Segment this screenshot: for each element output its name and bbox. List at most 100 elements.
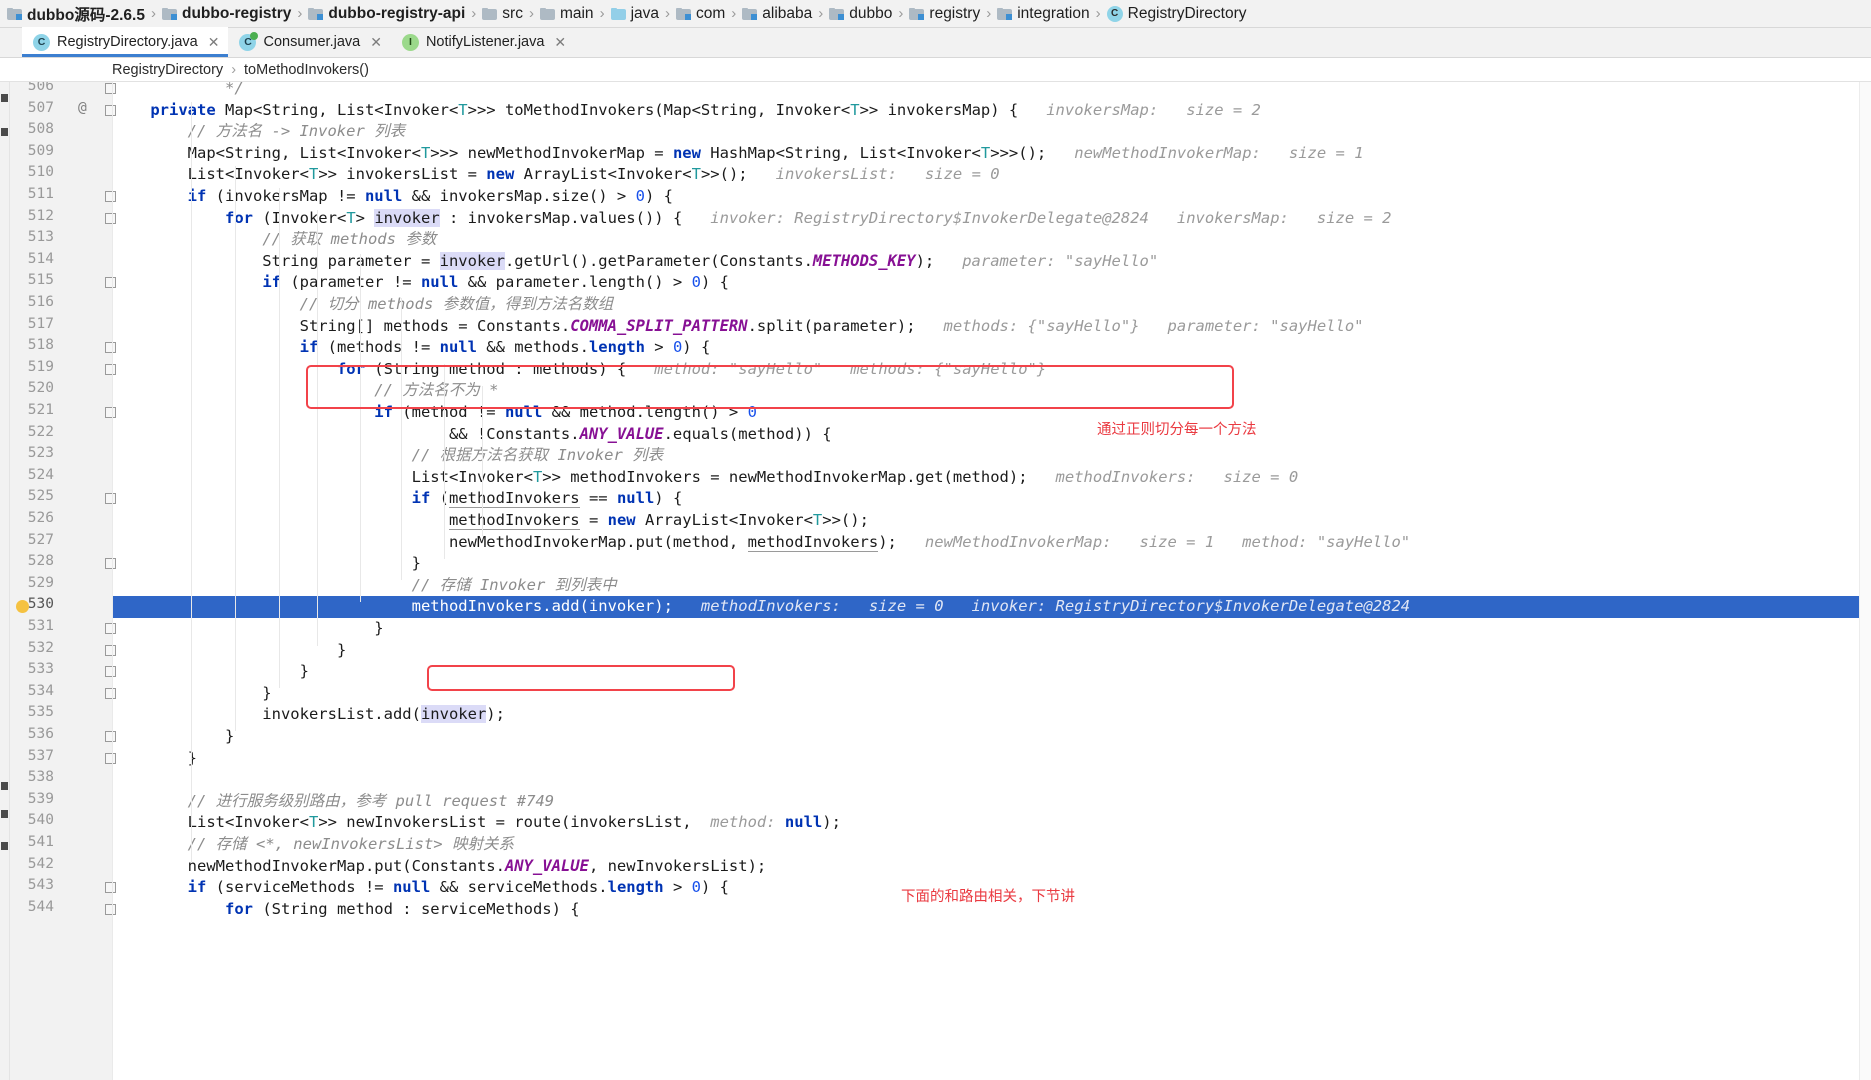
line-number: 543 [27,877,54,894]
code-token: COMMA_SPLIT_PATTERN [570,316,748,335]
code-token: >> newInvokersList = route(invokersList, [318,813,692,832]
close-icon[interactable]: ✕ [208,34,220,51]
code-line[interactable]: Map<String, List<Invoker<T>>> newMethodI… [113,143,1871,165]
folder-icon [482,7,498,20]
code-token: HashMap<String, List<Invoker< [700,143,981,162]
code-line[interactable]: String[] methods = Constants.COMMA_SPLIT… [113,316,1871,338]
code-line-current-execution[interactable]: methodInvokers.add(invoker); methodInvok… [113,596,1871,618]
code-line[interactable]: // 存储 <*, newInvokersList> 映射关系 [113,834,1871,856]
code-line[interactable]: if (methodInvokers == null) { [113,488,1871,510]
code-line[interactable]: String parameter = invoker.getUrl().getP… [113,251,1871,273]
line-number: 542 [27,855,54,872]
code-line[interactable]: } [113,553,1871,575]
code-line[interactable]: */ [113,82,1871,100]
breadcrumb-item-main[interactable]: main [537,1,597,27]
code-line[interactable]: } [113,748,1871,770]
line-number: 527 [27,531,54,548]
code-line[interactable]: } [113,618,1871,640]
code-line[interactable]: invokersList.add(invoker); [113,704,1871,726]
code-line[interactable]: } [113,683,1871,705]
editor-tab-registrydirectory-java[interactable]: C RegistryDirectory.java ✕ [22,27,229,57]
close-icon[interactable]: ✕ [370,34,382,51]
scrollbar-right-margin[interactable] [1859,82,1871,1080]
breadcrumb-item-dubbo[interactable]: dubbo [826,1,895,27]
breadcrumb-item-dubbo-registry[interactable]: dubbo-registry [159,1,294,27]
code-token: List<Invoker< [113,165,309,184]
breadcrumb-item-dubbo-registry-api[interactable]: dubbo-registry-api [305,1,468,27]
code-token: 0 [691,273,701,292]
breadcrumb-item-registry[interactable]: registry [906,1,983,27]
code-token: invokersList.add( [113,705,421,724]
code-token: ANY_VALUE [504,856,589,875]
breadcrumb-separator-icon: › [731,4,737,22]
code-line[interactable]: // 方法名 -> Invoker 列表 [113,121,1871,143]
code-token: } [113,619,384,637]
code-token: new [672,143,701,162]
code-line[interactable]: List<Invoker<T>> newInvokersList = route… [113,812,1871,834]
code-editor[interactable]: 506 507 @508 509 510 511 512 513 514 515 516 517 518… [0,82,1871,1080]
editor-tab-notifylistener-java[interactable]: I NotifyListener.java ✕ [391,27,575,57]
route-note: 下面的和路由相关，下节讲 [901,889,1075,905]
code-line[interactable]: for (Invoker<T> invoker : invokersMap.va… [113,208,1871,230]
close-icon[interactable]: ✕ [554,34,566,51]
code-line[interactable]: if (parameter != null && parameter.lengt… [113,272,1871,294]
code-line[interactable]: for (String method : methods) { method: … [113,359,1871,381]
code-line[interactable]: // 获取 methods 参数 [113,229,1871,251]
code-token: Map<String, List<Invoker< [215,100,459,119]
breadcrumb-item-dubbo-265[interactable]: dubbo源码-2.6.5 [4,1,148,27]
code-line[interactable]: // 方法名不为 * [113,380,1871,402]
breadcrumb-class-name[interactable]: RegistryDirectory [112,62,223,78]
editor-tab-consumer-java[interactable]: C Consumer.java ✕ [228,27,390,57]
code-token: parameter: "sayHello" [934,251,1159,270]
breadcrumb-separator-icon: › [1095,4,1101,22]
breadcrumb-bar[interactable]: dubbo源码-2.6.5 › dubbo-registry › dubbo-regis… [0,0,1871,28]
code-line[interactable]: && !Constants.ANY_VALUE.equals(method)) … [113,424,1871,446]
code-line[interactable]: List<Invoker<T>> methodInvokers = newMet… [113,467,1871,489]
code-line[interactable]: // 存储 Invoker 到列表中 [113,575,1871,597]
code-line[interactable]: } [113,726,1871,748]
line-number: 540 [27,812,54,829]
code-token: = [579,511,608,529]
error-stripe-left[interactable] [0,82,10,1080]
code-token: invoker [420,705,487,724]
line-number: 517 [27,315,54,332]
code-line[interactable]: methodInvokers = new ArrayList<Invoker<T… [113,510,1871,532]
code-line[interactable]: List<Invoker<T>> invokersList = new Arra… [113,164,1871,186]
code-line[interactable]: if (method != null && method.length() > … [113,402,1871,424]
code-line[interactable]: if (methods != null && methods.length > … [113,337,1871,359]
breadcrumb-item-com[interactable]: com [673,1,728,27]
override-gutter-icon[interactable]: @ [78,100,87,116]
code-line[interactable] [113,769,1871,791]
breadcrumb-item-alibaba[interactable]: alibaba [739,1,815,27]
line-number: 515 [27,272,54,289]
line-number-gutter[interactable]: 506 507 @508 509 510 511 512 513 514 515 516 517 518… [10,82,116,1080]
code-token: null [504,403,543,421]
code-content[interactable]: */ private Map<String, List<Invoker<T>>>… [113,82,1871,1080]
code-line[interactable]: private Map<String, List<Invoker<T>>> to… [113,100,1871,122]
line-number: 539 [27,790,54,807]
code-token: ); [878,532,897,551]
code-line[interactable]: } [113,640,1871,662]
code-token: && !Constants. [113,424,580,443]
breadcrumb-item-src[interactable]: src [479,1,526,27]
code-line[interactable]: if (invokersMap != null && invokersMap.s… [113,186,1871,208]
breadcrumb-item-label: dubbo源码-2.6.5 [27,6,145,24]
code-line[interactable]: newMethodInvokerMap.put(method, methodIn… [113,532,1871,554]
code-line[interactable]: // 根据方法名获取 Invoker 列表 [113,445,1871,467]
breadcrumb-item-java[interactable]: java [608,1,662,27]
code-token: : invokersMap.values()) { [439,208,683,227]
editor-tab-bar[interactable]: C RegistryDirectory.java ✕ C Consumer.java ✕ I… [0,27,1871,58]
stripe-marker [1,842,8,850]
breadcrumb-item-registrydirectory[interactable]: C RegistryDirectory [1104,1,1250,27]
code-line[interactable]: // 切分 methods 参数值，得到方法名数组 [113,294,1871,316]
code-token: ) { [654,489,683,508]
breadcrumb-item-integration[interactable]: integration [994,1,1092,27]
code-line[interactable]: newMethodInvokerMap.put(Constants.ANY_VA… [113,856,1871,878]
package-folder-icon [676,7,691,20]
code-line[interactable]: // 进行服务级别路由，参考 pull request #749 [113,791,1871,813]
breadcrumb-method-name[interactable]: toMethodInvokers() [244,62,369,78]
code-line[interactable]: } [113,661,1871,683]
